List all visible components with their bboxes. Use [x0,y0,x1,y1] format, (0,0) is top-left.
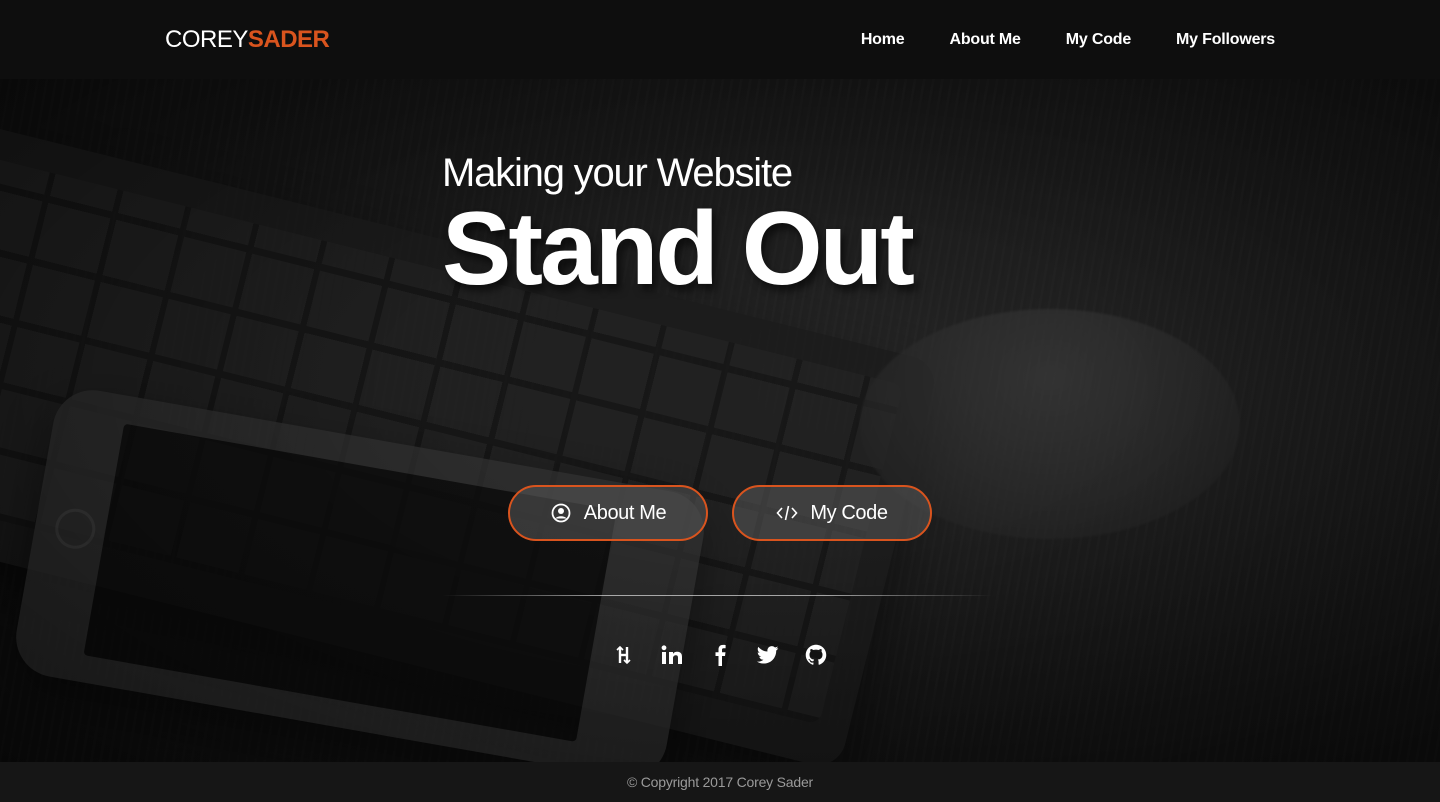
brand-last-name: SADER [247,26,330,53]
about-me-button[interactable]: About Me [508,485,708,541]
about-me-button-label: About Me [583,501,667,524]
user-circle-icon [550,502,572,524]
copyright-text: © Copyright 2017 Corey Sader [626,774,814,790]
hero-divider [442,595,992,596]
main-nav: Home About Me My Code My Followers [816,31,1275,49]
my-code-button[interactable]: My Code [732,485,932,541]
twitter-icon[interactable] [754,641,782,669]
top-navbar: COREYSADER Home About Me My Code My Foll… [0,0,1440,79]
brand-logo[interactable]: COREYSADER [165,26,330,53]
hero-content: Making your Website Stand Out About Me M… [442,151,1002,666]
brand-first-name: COREY [165,26,248,53]
hero-tagline: Making your Website [442,151,793,195]
hackerrank-icon[interactable] [610,641,638,669]
nav-my-followers[interactable]: My Followers [1176,31,1275,49]
nav-my-code[interactable]: My Code [1066,31,1131,49]
linkedin-icon[interactable] [658,641,686,669]
social-links [610,641,850,669]
hero-headline: Stand Out [442,191,915,307]
nav-about-me[interactable]: About Me [949,31,1020,49]
facebook-icon[interactable] [706,641,734,669]
nav-home[interactable]: Home [861,31,905,49]
footer: © Copyright 2017 Corey Sader [0,762,1440,802]
my-code-button-label: My Code [810,501,888,524]
code-icon [776,502,798,524]
github-icon[interactable] [802,641,830,669]
